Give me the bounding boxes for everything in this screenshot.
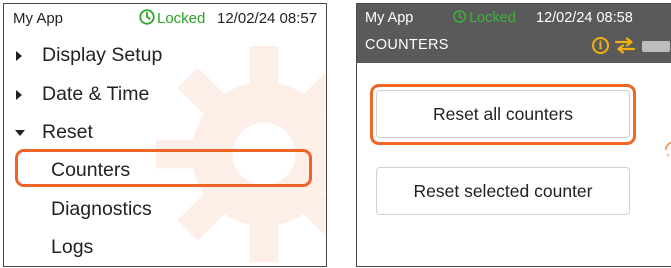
- reset-all-counters-button[interactable]: Reset all counters: [376, 90, 630, 138]
- info-icon[interactable]: i: [592, 37, 609, 54]
- lock-status: Locked: [157, 10, 206, 27]
- menu-item-date-time[interactable]: Date & Time: [4, 77, 326, 113]
- counters-screen: My App Locked 12/02/24 08:58 COUNTERS i …: [356, 3, 671, 267]
- lock-clock-icon: [139, 9, 155, 25]
- battery-icon: [642, 41, 670, 52]
- reset-selected-counter-button[interactable]: Reset selected counter: [376, 167, 630, 215]
- swap-arrows-icon[interactable]: [614, 37, 636, 54]
- menu-item-label: Logs: [51, 236, 94, 258]
- app-name: My App: [13, 10, 64, 27]
- lock-status: Locked: [469, 10, 516, 26]
- selection-highlight: [15, 149, 312, 187]
- menu-item-label: Reset: [42, 121, 93, 143]
- menu-item-label: Diagnostics: [51, 198, 152, 220]
- menu-item-diagnostics[interactable]: Diagnostics: [4, 192, 326, 228]
- datetime: 12/02/24 08:58: [536, 10, 633, 26]
- app-name: My App: [365, 10, 414, 26]
- datetime: 12/02/24 08:57: [217, 10, 318, 27]
- caret-down-icon: [15, 130, 25, 136]
- menu-item-display-setup[interactable]: Display Setup: [4, 38, 326, 74]
- menu-screen: My App Locked 12/02/24 08:57 Display Set…: [3, 3, 327, 267]
- page-title: COUNTERS: [365, 37, 449, 53]
- caret-right-icon: [16, 51, 22, 61]
- lock-clock-icon: [453, 10, 466, 23]
- caret-right-icon: [16, 90, 22, 100]
- menu-item-reset[interactable]: Reset: [4, 115, 326, 151]
- menu-item-label: Display Setup: [42, 44, 163, 66]
- menu-item-label: Date & Time: [42, 83, 150, 105]
- header-bar: My App Locked 12/02/24 08:58 COUNTERS i: [357, 4, 671, 63]
- status-bar: My App Locked 12/02/24 08:57: [4, 4, 326, 32]
- menu-item-logs[interactable]: Logs: [4, 230, 326, 266]
- background-gear-icon: [664, 141, 671, 157]
